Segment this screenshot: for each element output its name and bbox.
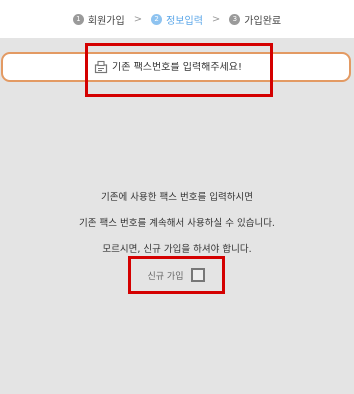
- fax-number-input[interactable]: [112, 61, 262, 73]
- fax-number-field-inner: [93, 56, 263, 78]
- fax-icon: [94, 60, 108, 74]
- existing-fax-message: 기존에 사용한 팩스 번호를 입력하시면 기존 팩스 번호를 계속해서 사용하실…: [0, 185, 354, 263]
- step-label: 회원가입: [87, 15, 125, 27]
- new-join-checkbox[interactable]: [191, 268, 206, 282]
- step-number-badge: 1: [72, 13, 84, 25]
- step-number-badge: 2: [151, 13, 163, 25]
- chevron-right-icon: >: [133, 13, 143, 25]
- new-join-option[interactable]: 신규 가입: [134, 264, 219, 286]
- chevron-right-icon: >: [211, 13, 221, 25]
- fax-number-field[interactable]: [1, 52, 351, 82]
- step-signup: 1 회원가입: [72, 12, 125, 27]
- step-complete: 3 가입완료: [229, 12, 281, 27]
- signup-stepper: 1 회원가입 > 2 정보입력 > 3 가입완료: [0, 0, 354, 38]
- step-number-badge: 3: [229, 13, 241, 25]
- new-join-label: 신규 가입: [147, 271, 184, 282]
- step-label: 정보입력: [166, 15, 203, 27]
- message-line: 기존 팩스 번호를 계속해서 사용하실 수 있습니다.: [79, 218, 275, 229]
- message-line: 모르시면, 신규 가입을 하셔야 합니다.: [102, 244, 252, 255]
- step-label: 가입완료: [244, 15, 282, 27]
- message-line: 기존에 사용한 팩스 번호를 입력하시면: [101, 192, 253, 203]
- step-info-input: 2 정보입력: [151, 12, 203, 27]
